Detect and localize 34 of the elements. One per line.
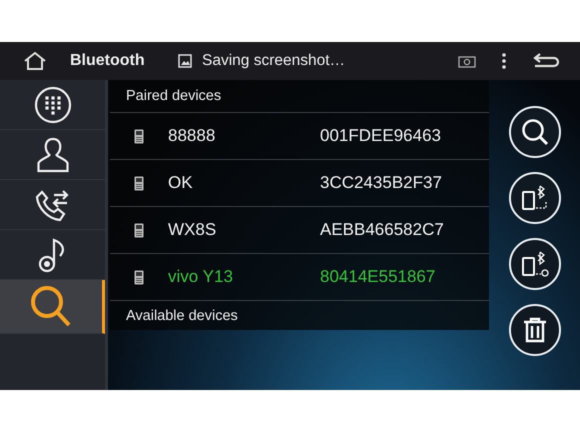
phone-bluetooth-icon — [520, 183, 550, 213]
search-icon — [520, 117, 550, 147]
device-row[interactable]: vivo Y13 80414E551867 — [110, 253, 489, 300]
device-address: 001FDEE96463 — [320, 126, 441, 146]
phone-bluetooth-remove-icon — [520, 249, 550, 279]
device-name: OK — [168, 173, 194, 193]
home-icon[interactable] — [23, 51, 47, 71]
app-title: Bluetooth — [70, 52, 146, 70]
connect-button[interactable] — [508, 172, 560, 224]
device-row[interactable]: WX8S AEBB466582C7 — [110, 206, 489, 253]
delete-button[interactable] — [508, 304, 560, 356]
device-address: 80414E551867 — [320, 267, 436, 287]
notification-text: Saving screenshot… — [202, 52, 346, 70]
phone-icon — [134, 128, 144, 144]
image-icon — [178, 54, 192, 68]
device-address: 3CC2435B2F37 — [320, 173, 442, 193]
phone-icon — [134, 222, 144, 238]
device-name: WX8S — [168, 220, 218, 240]
section-heading: Paired devices — [125, 87, 222, 106]
device-name: 88888 — [168, 126, 216, 146]
search-button[interactable] — [508, 106, 560, 158]
menu-icon[interactable] — [502, 53, 506, 69]
device-name: vivo Y13 — [168, 267, 234, 287]
camera-icon[interactable] — [458, 54, 476, 68]
device-row[interactable]: 88888 001FDEE96463 — [110, 112, 489, 159]
back-icon[interactable] — [532, 52, 560, 70]
device-row[interactable]: OK 3CC2435B2F37 — [110, 159, 489, 206]
phone-icon — [134, 176, 144, 190]
disconnect-button[interactable] — [508, 238, 560, 290]
phone-icon — [134, 270, 144, 284]
search-icon — [29, 284, 73, 328]
section-heading: Available devices — [110, 300, 489, 330]
dialpad-icon — [34, 86, 72, 124]
device-address: AEBB466582C7 — [320, 220, 444, 240]
